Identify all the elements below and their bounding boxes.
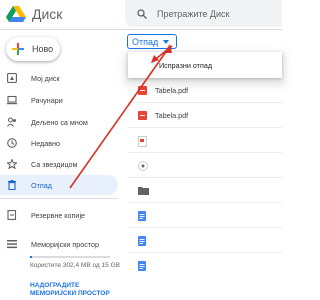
arrow-to-trash-chip bbox=[69, 44, 172, 189]
arrow-to-empty-trash bbox=[151, 45, 173, 63]
annotation-arrows bbox=[69, 44, 173, 189]
